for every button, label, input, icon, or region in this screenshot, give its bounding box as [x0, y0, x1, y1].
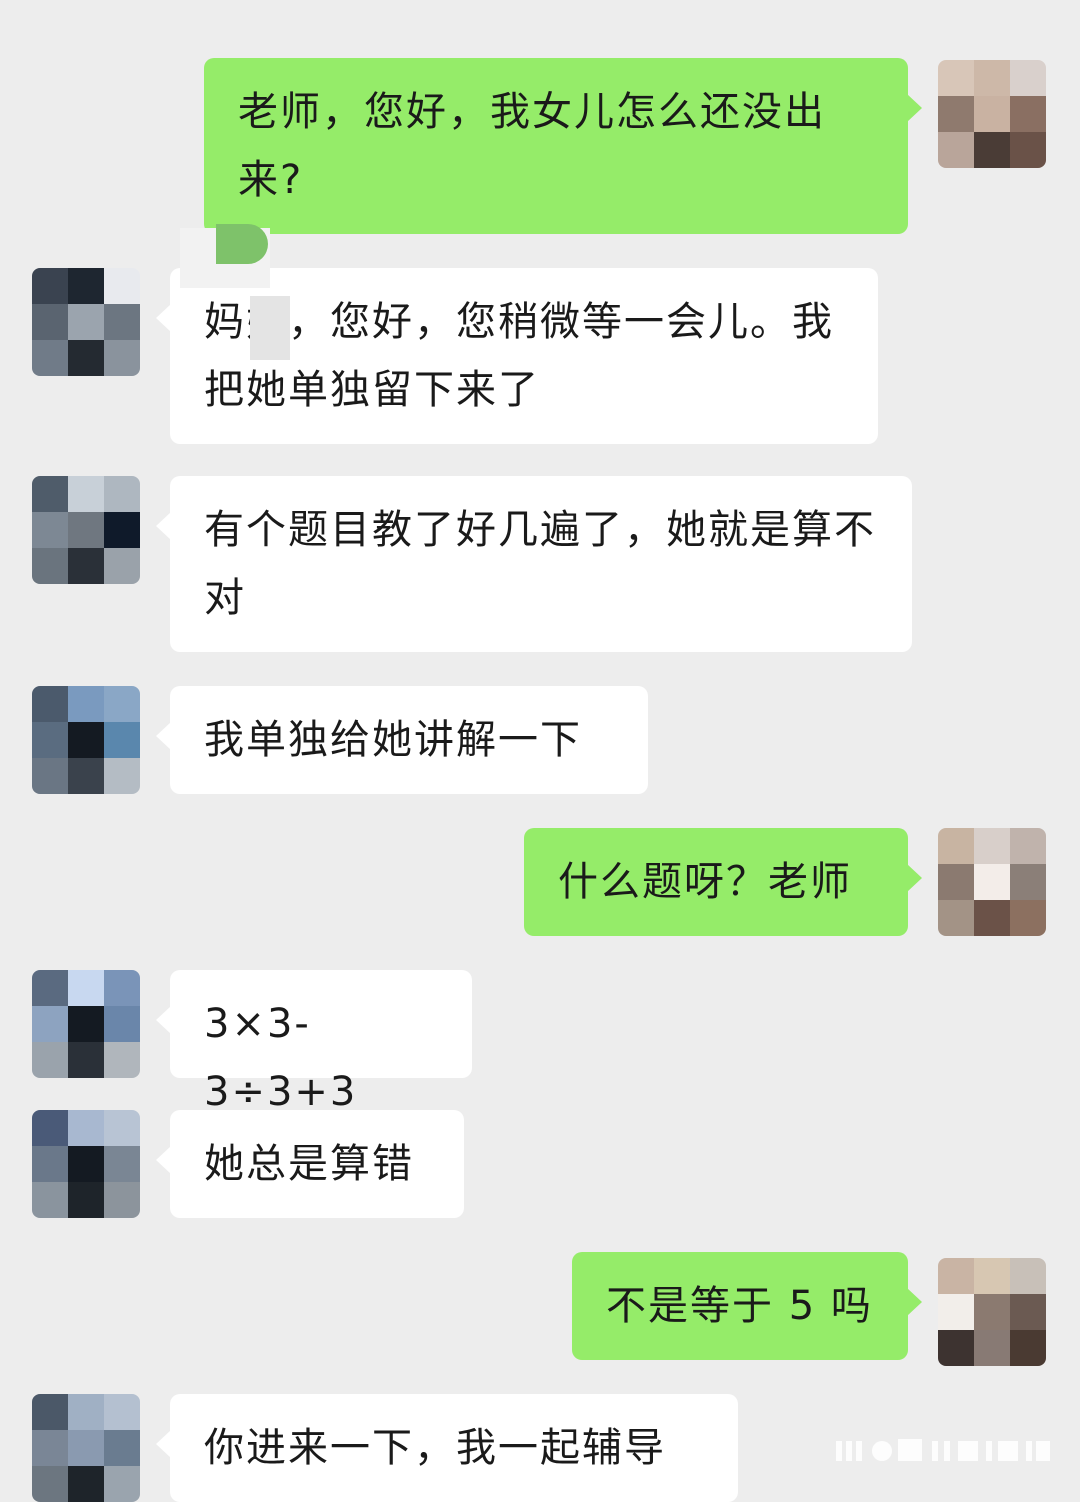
chat-window: 老师，您好，我女儿怎么还没出来? 妈妈，您好，您稍微等一会儿。我把她单独留下来了 [0, 0, 1080, 1502]
message-text: 什么题呀？老师 [558, 859, 852, 905]
message-bubble-incoming[interactable]: 有个题目教了好几遍了，她就是算不对 [156, 476, 912, 652]
message-text: 有个题目教了好几遍了，她就是算不对 [204, 507, 876, 621]
message-text: 不是等于 5 吗 [606, 1283, 873, 1329]
message-text: 妈妈，您好，您稍微等一会儿。我把她单独留下来了 [204, 299, 834, 413]
teacher-avatar-icon[interactable] [32, 476, 140, 584]
message-bubble-outgoing[interactable]: 老师，您好，我女儿怎么还没出来? [204, 58, 922, 234]
blur-mosaic [216, 224, 268, 264]
message-bubble-incoming[interactable]: 3×3-3÷3+3 [156, 970, 472, 1115]
message-bubble-incoming[interactable]: 我单独给她讲解一下 [156, 686, 648, 794]
message-bubble-incoming[interactable]: 你进来一下，我一起辅导 [156, 1394, 738, 1502]
message-text: 她总是算错 [204, 1141, 414, 1187]
teacher-avatar-icon[interactable] [32, 268, 140, 376]
teacher-avatar-icon[interactable] [32, 1110, 140, 1218]
message-bubble-incoming[interactable]: 她总是算错 [156, 1110, 464, 1218]
message-text: 你进来一下，我一起辅导 [204, 1425, 666, 1471]
teacher-avatar-icon[interactable] [32, 686, 140, 794]
message-text: 老师，您好，我女儿怎么还没出来? [238, 89, 826, 203]
message-text: 我单独给她讲解一下 [204, 717, 582, 763]
message-text: 3×3-3÷3+3 [204, 1001, 358, 1115]
blur-mosaic [250, 296, 290, 360]
watermark-icon [836, 1439, 1050, 1461]
message-bubble-outgoing[interactable]: 什么题呀？老师 [524, 828, 922, 936]
parent-avatar-icon[interactable] [938, 828, 1046, 936]
teacher-avatar-icon[interactable] [32, 1394, 140, 1502]
message-bubble-outgoing[interactable]: 不是等于 5 吗 [572, 1252, 922, 1360]
teacher-avatar-icon[interactable] [32, 970, 140, 1078]
parent-avatar-icon[interactable] [938, 1258, 1046, 1366]
parent-avatar-icon[interactable] [938, 60, 1046, 168]
